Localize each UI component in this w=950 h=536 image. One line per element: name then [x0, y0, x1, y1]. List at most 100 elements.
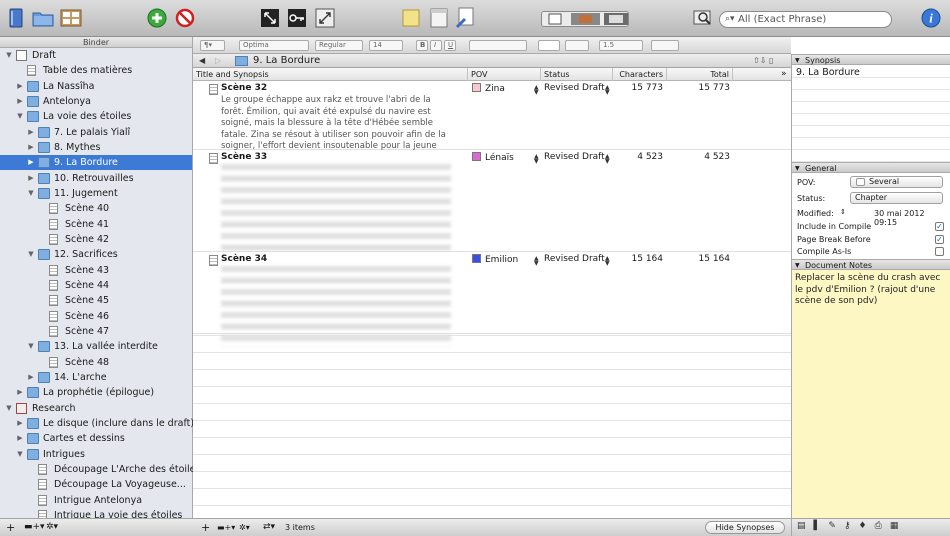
- binder-item[interactable]: ▶ 8. Mythes: [0, 140, 192, 155]
- binder-item[interactable]: Découpage La Voyageuse...: [0, 477, 192, 492]
- outliner-swap-icon[interactable]: ⇄▾: [263, 519, 275, 536]
- binder-item[interactable]: ▼ 13. La vallée interdite: [0, 339, 192, 354]
- binder-item[interactable]: ▼ La voie des étoiles: [0, 109, 192, 124]
- column-total-characters[interactable]: Total Characters: [667, 68, 733, 92]
- disclosure-right-icon[interactable]: ▶: [27, 370, 35, 385]
- row-status[interactable]: Revised Draft: [544, 83, 605, 93]
- document-notes-text[interactable]: Replacer la scène du crash avec le pdv d…: [792, 270, 950, 518]
- quick-reference-icon[interactable]: [314, 7, 336, 29]
- font-weight-select[interactable]: Regular: [315, 40, 363, 51]
- disclosure-right-icon[interactable]: ▶: [27, 171, 35, 186]
- disclosure-right-icon[interactable]: ▶: [27, 140, 35, 155]
- column-status[interactable]: Status: [541, 68, 613, 81]
- underline-button[interactable]: U: [444, 40, 456, 51]
- binder-item[interactable]: Scène 45: [0, 293, 192, 308]
- pov-stepper-icon[interactable]: ▲ ▼: [534, 256, 539, 267]
- row-pov[interactable]: Zina: [472, 83, 505, 94]
- back-arrow-icon[interactable]: ◀: [199, 54, 205, 68]
- binder-item[interactable]: Scène 47: [0, 324, 192, 339]
- collections-icon[interactable]: [32, 7, 54, 29]
- format-icon[interactable]: [455, 7, 477, 29]
- snapshot-icon[interactable]: [400, 7, 422, 29]
- row-pov[interactable]: Emilion: [472, 254, 518, 265]
- inspector-tab-icons[interactable]: ▤▌✎⚷♦⎙▦: [797, 521, 906, 531]
- full-screen-icon[interactable]: [259, 7, 281, 29]
- page-break-checkbox[interactable]: ✓: [935, 235, 944, 244]
- binder-item[interactable]: Scène 48: [0, 355, 192, 370]
- binder-item[interactable]: Scène 44: [0, 278, 192, 293]
- text-color-button[interactable]: [538, 40, 560, 51]
- binder-item[interactable]: ▼ Draft: [0, 48, 192, 63]
- binder-item[interactable]: ▼ 11. Jugement: [0, 186, 192, 201]
- disclosure-down-icon[interactable]: ▼: [27, 247, 35, 262]
- outliner-add-folder-icon[interactable]: ▬+▾: [217, 519, 235, 536]
- pov-select[interactable]: Several: [850, 176, 943, 188]
- compile-asis-checkbox[interactable]: [935, 247, 944, 256]
- column-pov[interactable]: POV: [468, 68, 541, 81]
- binder-item[interactable]: Scène 43: [0, 263, 192, 278]
- binder-item[interactable]: ▶ Cartes et dessins: [0, 431, 192, 446]
- delete-icon[interactable]: [174, 7, 196, 29]
- binder-item[interactable]: Découpage L'Arche des étoiles: [0, 462, 200, 477]
- column-more-icon[interactable]: »: [781, 68, 787, 81]
- document-notes-header[interactable]: ▼ Document Notes: [792, 259, 950, 270]
- disclosure-down-icon[interactable]: ▼: [16, 447, 24, 462]
- font-family-select[interactable]: Optima: [239, 40, 309, 51]
- binder-item[interactable]: ▶ 10. Retrouvailles: [0, 171, 192, 186]
- general-header[interactable]: ▼ General: [792, 162, 950, 173]
- binder-item[interactable]: ▼ Intrigues: [0, 447, 192, 462]
- outliner-gear-icon[interactable]: ✲▾: [239, 519, 250, 536]
- disclosure-right-icon[interactable]: ▶: [16, 416, 24, 431]
- row-status[interactable]: Revised Draft: [544, 152, 605, 162]
- binder-item[interactable]: ▶ 7. Le palais Yialî: [0, 125, 192, 140]
- info-icon[interactable]: i: [920, 7, 942, 29]
- pov-stepper-icon[interactable]: ▲ ▼: [534, 154, 539, 165]
- disclosure-right-icon[interactable]: ▶: [16, 385, 24, 400]
- alignment-buttons[interactable]: [469, 40, 527, 51]
- scratchpad-icon[interactable]: [428, 7, 450, 29]
- column-title-synopsis[interactable]: Title and Synopsis: [193, 68, 468, 81]
- disclosure-down-icon[interactable]: ▼: [27, 339, 35, 354]
- synopsis-header[interactable]: ▼ Synopsis: [792, 54, 950, 65]
- status-stepper-icon[interactable]: ▲ ▼: [605, 256, 610, 267]
- binder-item[interactable]: Table des matières: [0, 63, 192, 78]
- forward-arrow-icon[interactable]: ▷: [215, 54, 221, 68]
- binder-item[interactable]: Scène 41: [0, 217, 192, 232]
- binder-item[interactable]: Scène 42: [0, 232, 192, 247]
- binder-icon[interactable]: [5, 7, 27, 29]
- disclosure-down-icon[interactable]: ▼: [5, 48, 13, 63]
- modified-stepper-icon[interactable]: ⇕: [840, 208, 846, 216]
- column-characters[interactable]: Characters: [613, 68, 667, 81]
- binder-item[interactable]: Scène 40: [0, 201, 192, 216]
- binder-item[interactable]: ▼ 12. Sacrifices: [0, 247, 192, 262]
- font-size-select[interactable]: 14: [369, 40, 403, 51]
- status-select[interactable]: Chapter: [850, 192, 943, 204]
- binder-add-folder-icon[interactable]: ▬+▾: [24, 522, 45, 532]
- keywords-icon[interactable]: [286, 7, 308, 29]
- corkboard-view-icon[interactable]: [60, 7, 82, 29]
- status-stepper-icon[interactable]: ▲ ▼: [605, 154, 610, 165]
- outliner-row[interactable]: Scène 33 Lénaïs ▲ ▼ Revised Draft ▲ ▼ 4 523 4 …: [193, 150, 791, 268]
- binder-item[interactable]: ▼ Research: [0, 401, 192, 416]
- search-input[interactable]: ⌕▾ All (Exact Phrase): [719, 11, 892, 28]
- binder-item[interactable]: ▶ La prophétie (épilogue): [0, 385, 192, 400]
- binder-item[interactable]: ▶ 9. La Bordure: [0, 155, 192, 171]
- binder-item[interactable]: ▶ 14. L'arche: [0, 370, 192, 385]
- row-pov[interactable]: Lénaïs: [472, 152, 514, 163]
- binder-gear-icon[interactable]: ✲▾: [46, 522, 58, 532]
- disclosure-down-icon[interactable]: ▼: [16, 109, 24, 124]
- disclosure-right-icon[interactable]: ▶: [27, 155, 35, 170]
- list-style-select[interactable]: [651, 40, 679, 51]
- outliner-row[interactable]: Scène 32 Le groupe échappe aux rakz et tr…: [193, 81, 791, 163]
- disclosure-right-icon[interactable]: ▶: [16, 79, 24, 94]
- synopsis-area[interactable]: 9. La Bordure: [792, 66, 950, 162]
- disclosure-right-icon[interactable]: ▶: [16, 94, 24, 109]
- binder-item[interactable]: Scène 46: [0, 309, 192, 324]
- highlight-color-button[interactable]: [565, 40, 589, 51]
- disclosure-right-icon[interactable]: ▶: [27, 125, 35, 140]
- bold-button[interactable]: B: [416, 40, 428, 51]
- binder-item[interactable]: Intrigue Antelonya: [0, 493, 192, 508]
- binder-item[interactable]: ▶ Le disque (inclure dans le draft): [0, 416, 194, 431]
- binder-item[interactable]: ▶ La Nassîha: [0, 79, 192, 94]
- binder-add-icon[interactable]: +: [6, 521, 15, 534]
